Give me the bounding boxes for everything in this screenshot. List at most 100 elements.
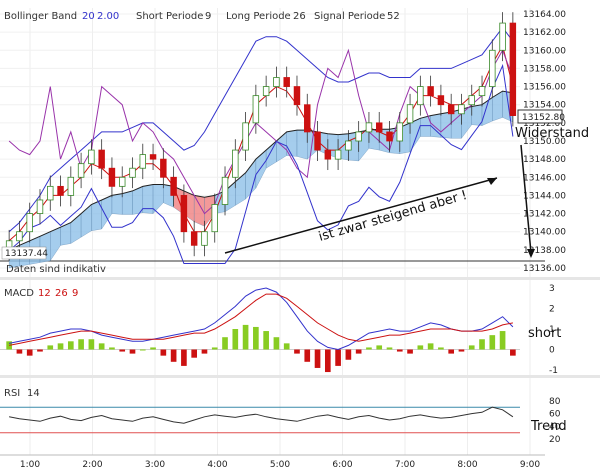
rsi-period: 14 [27, 388, 40, 399]
candle-body [26, 213, 33, 233]
candle-body [242, 122, 249, 151]
candle-body [478, 86, 486, 97]
candle-body [190, 231, 198, 246]
candle-body [458, 104, 465, 115]
info-text: Daten sind indikativ [6, 264, 106, 275]
macd-histogram-bar [119, 349, 126, 352]
candle-body [375, 122, 383, 133]
macd-histogram-bar [283, 343, 290, 350]
candle-body [304, 104, 311, 133]
annotation-widerstand: Widerstand [515, 126, 589, 141]
macd-histogram-bar [458, 349, 465, 352]
pane-separator-1[interactable] [0, 277, 600, 280]
candle-body [252, 95, 260, 124]
macd-histogram-bar [468, 345, 475, 350]
candle-body [221, 176, 229, 205]
macd-histogram-bar [242, 324, 249, 350]
macd-histogram-bar [129, 349, 136, 354]
macd-histogram-bar [67, 341, 74, 350]
trend-arrow-head [487, 178, 497, 185]
macd-histogram-bar [335, 349, 341, 366]
candle-body [108, 167, 116, 187]
macd-histogram-bar [417, 345, 424, 350]
macd-signal-line [9, 293, 513, 346]
time-tick-label: 7:00 [395, 460, 415, 470]
annotation-steigend: ist zwar steigend aber ! [317, 188, 469, 245]
candle-body [57, 185, 64, 196]
macd-histogram-bar [57, 343, 64, 350]
candle-body [160, 158, 167, 178]
price-tick-label: 13160.00 [523, 46, 566, 56]
macd-histogram-bar [16, 349, 23, 354]
macd-histogram-bar [314, 349, 321, 368]
trend-arrow-line [224, 177, 498, 254]
candle-body [118, 176, 126, 187]
macd-histogram-bar [489, 335, 496, 350]
candle-body [386, 131, 393, 142]
candle-body [447, 104, 455, 115]
candle-body [324, 149, 332, 160]
long-period-label: Long Periode [226, 11, 291, 22]
macd-histogram-bar [355, 349, 362, 354]
cloud-segment [255, 149, 267, 189]
macd-p3: 9 [72, 288, 78, 299]
time-tick-label: 2:00 [82, 460, 102, 470]
short-period-value: 9 [205, 11, 211, 22]
candle-body [437, 95, 445, 106]
price-tick-label: 13142.00 [523, 210, 566, 220]
candle-body [129, 167, 136, 178]
pane-separator-2[interactable] [0, 375, 600, 378]
time-axis: 1:00 2:00 3:00 4:00 5:00 6:00 7:00 8:00 9:00 [0, 454, 545, 470]
macd-histogram-bar [345, 349, 352, 360]
macd-histogram-bar [78, 339, 84, 350]
candle-body [406, 104, 414, 124]
candle-body [170, 176, 177, 196]
time-tick-label: 8:00 [457, 460, 477, 470]
macd-histogram-bar [88, 339, 95, 350]
macd-histogram-bar [150, 347, 156, 350]
macd-histogram-bar [98, 343, 105, 350]
macd-pane [0, 287, 520, 373]
macd-histogram-bar [253, 326, 259, 350]
macd-tick-label: 0 [549, 346, 555, 356]
cloud-segment [296, 129, 308, 160]
bb-param-2: 2.00 [97, 11, 119, 22]
candle-body [314, 131, 321, 151]
current-price: 13152.80 [522, 113, 565, 123]
macd-histogram-bar [499, 331, 506, 350]
cloud-segment [142, 184, 154, 214]
candle-body [509, 22, 517, 117]
macd-histogram-bar [232, 329, 239, 350]
trading-chart: Bollinger Band 20 2.00 Short Periode 9 L… [0, 8, 600, 470]
macd-histogram-bar [109, 347, 115, 350]
rsi-tick-label: 80 [549, 397, 561, 407]
annotation-trend: Trend [530, 419, 567, 434]
time-tick-label: 6:00 [332, 460, 352, 470]
time-tick-label: 1:00 [20, 460, 40, 470]
macd-histogram-bar [386, 347, 393, 350]
rsi-line [9, 406, 514, 424]
candle-body [67, 176, 75, 196]
candle-body [211, 204, 218, 233]
candle-body [262, 86, 270, 97]
ichimoku-cloud [8, 90, 514, 269]
macd-label: MACD [4, 288, 34, 299]
candle-body [334, 149, 342, 160]
candle-body [47, 185, 54, 201]
cloud-segment [122, 190, 133, 215]
price-tick-label: 13136.00 [523, 264, 566, 274]
price-tick-label: 13144.00 [523, 191, 566, 201]
bb-label: Bollinger Band [4, 11, 77, 22]
cloud-segment [111, 193, 123, 215]
macd-histogram-bar [160, 349, 167, 356]
macd-histogram-bar [510, 349, 516, 356]
candle-body [499, 22, 506, 51]
candle-body [16, 231, 23, 242]
rsi-tick-label: 20 [549, 435, 561, 445]
candle-body [77, 163, 85, 178]
candle-body [427, 86, 434, 97]
annotation-short: short [528, 326, 561, 341]
price-tick-label: 13154.00 [523, 101, 566, 111]
candle-body [283, 77, 290, 87]
price-tick-label: 13158.00 [523, 64, 566, 74]
